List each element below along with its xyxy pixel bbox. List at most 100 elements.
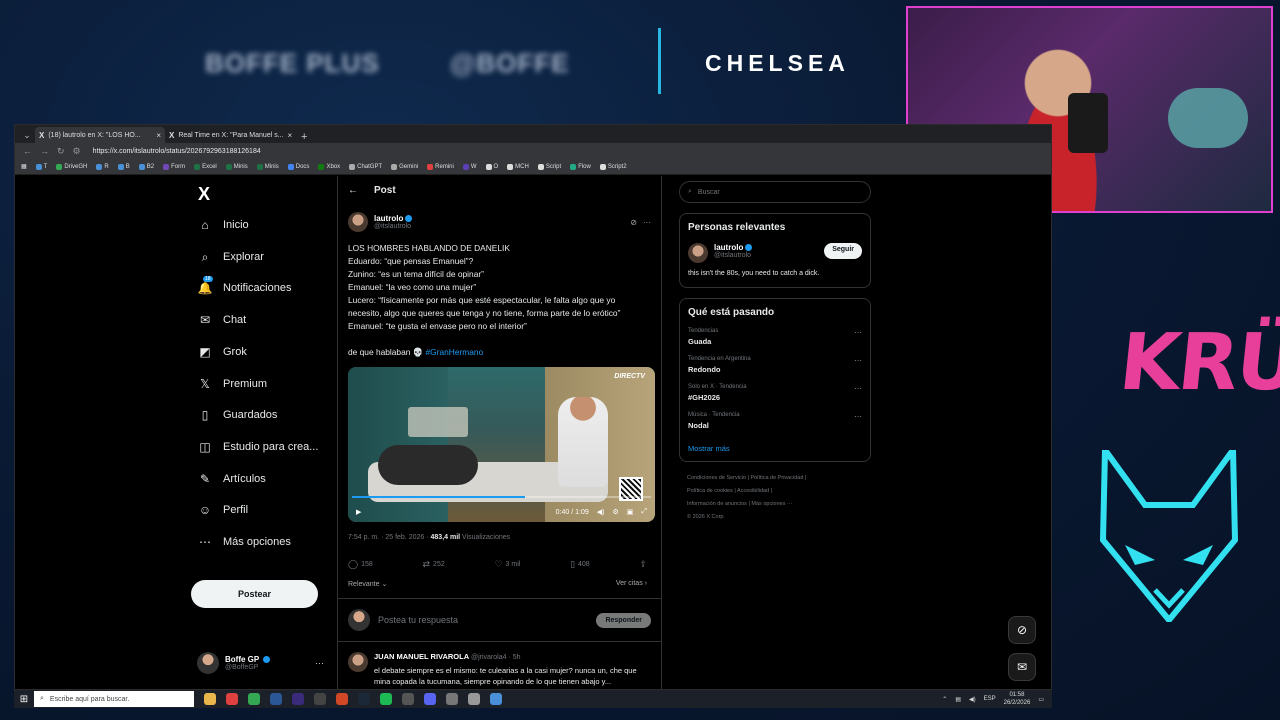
avatar[interactable] — [348, 652, 368, 672]
taskbar-app-icon[interactable] — [380, 693, 392, 705]
reply-item[interactable]: JUAN MANUEL RIVAROLA @jrivarola4 · 5h el… — [348, 642, 651, 687]
follow-button[interactable]: Seguir — [824, 243, 862, 259]
taskbar-app-icon[interactable] — [248, 693, 260, 705]
more-options-icon[interactable]: ··· — [854, 328, 862, 337]
bookmark-item[interactable]: Flow — [570, 163, 591, 170]
taskbar-app-icon[interactable] — [270, 693, 282, 705]
volume-icon[interactable]: ◀) — [969, 696, 976, 703]
taskbar-app-icon[interactable] — [468, 693, 480, 705]
trend-item[interactable]: Solo en X · Tendencia #GH2026 ··· — [688, 384, 862, 402]
more-options-icon[interactable]: ··· — [643, 218, 651, 227]
bookmark-item[interactable]: MCH — [507, 163, 529, 170]
bookmark-item[interactable]: O — [485, 163, 498, 170]
taskbar-app-icon[interactable] — [292, 693, 304, 705]
more-options-icon[interactable]: ··· — [854, 356, 862, 365]
avatar[interactable] — [688, 243, 708, 263]
show-more-link[interactable]: Mostrar más — [688, 444, 862, 453]
more-options-icon[interactable]: ··· — [315, 658, 324, 668]
bookmark-item[interactable]: W — [462, 163, 477, 170]
back-arrow-icon[interactable]: ← — [348, 185, 358, 196]
reply-input[interactable]: Postea tu respuesta — [378, 615, 588, 625]
share-button[interactable]: ⇪ — [639, 559, 647, 570]
trend-item[interactable]: Tendencias Guada ··· — [688, 328, 862, 346]
browser-tab[interactable]: X Real Time en X: "Para Manuel s... × — [165, 127, 295, 143]
post-button[interactable]: Postear — [191, 580, 318, 608]
nav-item-guardados[interactable]: ▯ Guardados — [197, 408, 278, 422]
forward-arrow-icon[interactable]: → — [40, 146, 49, 156]
nav-item-premium[interactable]: 𝕏 Premium — [197, 377, 267, 391]
bookmark-item[interactable]: Remini — [427, 163, 454, 170]
browser-tab-active[interactable]: X (18) lautrolo en X: "LOS HO... × — [35, 127, 165, 143]
x-logo-icon[interactable]: X — [198, 184, 210, 205]
video-progress-bar[interactable] — [352, 496, 651, 498]
footer-line[interactable]: Política de cookies | Accesibilidad | — [687, 485, 871, 498]
nav-item-explorar[interactable]: ⌕ Explorar — [197, 250, 264, 265]
person-name[interactable]: lautrolo — [714, 243, 818, 252]
like-stat[interactable]: ♡ 3 mil — [494, 559, 520, 570]
volume-icon[interactable]: ◀) — [597, 508, 605, 516]
bookmark-item[interactable]: Minis — [256, 163, 279, 170]
taskbar-app-icon[interactable] — [358, 693, 370, 705]
pip-icon[interactable]: ▣ — [627, 508, 634, 516]
avatar[interactable] — [348, 212, 368, 232]
reply-author[interactable]: JUAN MANUEL RIVAROLA @jrivarola4 · 5h — [374, 652, 651, 661]
bookmark-item[interactable]: Docs — [287, 163, 309, 170]
video-player[interactable]: DIRECTV ▶ 0:40 / 1:09 ◀) ⚙ ▣ ⤢ — [348, 367, 655, 522]
sort-dropdown[interactable]: Relevante ⌄ — [348, 580, 387, 588]
clock[interactable]: 01:58 26/2/2026 — [1004, 691, 1031, 707]
notifications-icon[interactable]: ▭ — [1038, 696, 1044, 703]
messages-float-button[interactable]: ✉ — [1008, 653, 1036, 681]
bookmark-item[interactable]: T — [35, 163, 47, 170]
nav-item-artículos[interactable]: ✎ Artículos — [197, 472, 266, 486]
site-info-icon[interactable]: ⚙ — [73, 146, 81, 157]
trend-item[interactable]: Música · Tendencia Nodal ··· — [688, 412, 862, 430]
nav-item-inicio[interactable]: ⌂ Inicio — [197, 218, 248, 232]
search-input[interactable]: ⌕ Buscar — [679, 181, 871, 203]
nav-item-perfil[interactable]: ☺ Perfil — [197, 503, 248, 517]
view-quotes-link[interactable]: Ver citas › — [616, 580, 647, 588]
nav-item-chat[interactable]: ✉ Chat — [197, 313, 246, 327]
tab-menu-chevron-icon[interactable]: ⌄ — [19, 127, 35, 143]
bookmark-item[interactable]: Script2 — [599, 163, 627, 170]
bookmark-item[interactable]: Script — [537, 163, 561, 170]
tray-chevron-icon[interactable]: ⌃ — [942, 696, 947, 703]
taskbar-app-icon[interactable] — [446, 693, 458, 705]
new-tab-plus-icon[interactable]: + — [295, 131, 313, 143]
grok-float-button[interactable]: ⊘ — [1008, 616, 1036, 644]
network-icon[interactable]: ▤ — [955, 696, 961, 703]
taskbar-app-icon[interactable] — [336, 693, 348, 705]
bookmark-item[interactable]: Minis — [225, 163, 248, 170]
bookmark-stat[interactable]: ▯ 408 — [570, 559, 590, 570]
nav-item-notificaciones[interactable]: 🔔 18 Notificaciones — [197, 276, 291, 295]
taskbar-app-icon[interactable] — [226, 693, 238, 705]
nav-item-más-opciones[interactable]: ⋯ Más opciones — [197, 535, 291, 549]
reply-stat[interactable]: ◯ 158 — [348, 559, 373, 570]
author-handle[interactable]: @itslautrolo — [374, 223, 412, 230]
settings-icon[interactable]: ⚙ — [612, 508, 618, 516]
nav-item-estudio-para-crea[interactable]: ◫ Estudio para crea... — [197, 440, 318, 454]
footer-line[interactable]: Información de anuncios | Más opciones ·… — [687, 498, 871, 511]
hashtag-link[interactable]: #GranHermano — [426, 347, 484, 357]
reload-icon[interactable]: ↻ — [57, 146, 65, 157]
repost-stat[interactable]: ⇄ 252 — [423, 559, 445, 570]
more-options-icon[interactable]: ··· — [854, 384, 862, 393]
taskbar-app-icon[interactable] — [402, 693, 414, 705]
apps-grid-icon[interactable]: ▦ — [21, 163, 27, 170]
taskbar-app-icon[interactable] — [490, 693, 502, 705]
url-field[interactable]: https://x.com/itslautrolo/status/2026792… — [93, 148, 261, 155]
footer-line[interactable]: Condiciones de Servicio | Política de Pr… — [687, 472, 871, 485]
bookmark-item[interactable]: R — [96, 163, 109, 170]
bookmark-item[interactable]: Excel — [194, 163, 217, 170]
taskbar-app-icon[interactable] — [424, 693, 436, 705]
post-timestamp[interactable]: 7:54 p. m. · 25 feb. 2026 · — [348, 534, 429, 541]
bookmark-item[interactable]: B2 — [138, 163, 154, 170]
taskbar-app-icon[interactable] — [314, 693, 326, 705]
bookmark-item[interactable]: ChatGPT — [349, 163, 382, 170]
reply-button[interactable]: Responder — [596, 612, 651, 628]
bookmark-item[interactable]: B — [117, 163, 130, 170]
windows-start-icon[interactable]: ⊞ — [14, 694, 34, 705]
language-indicator[interactable]: ESP — [984, 696, 996, 702]
back-arrow-icon[interactable]: ← — [23, 146, 32, 156]
bookmark-item[interactable]: Xbox — [318, 163, 340, 170]
bookmark-item[interactable]: Gemini — [391, 163, 418, 170]
